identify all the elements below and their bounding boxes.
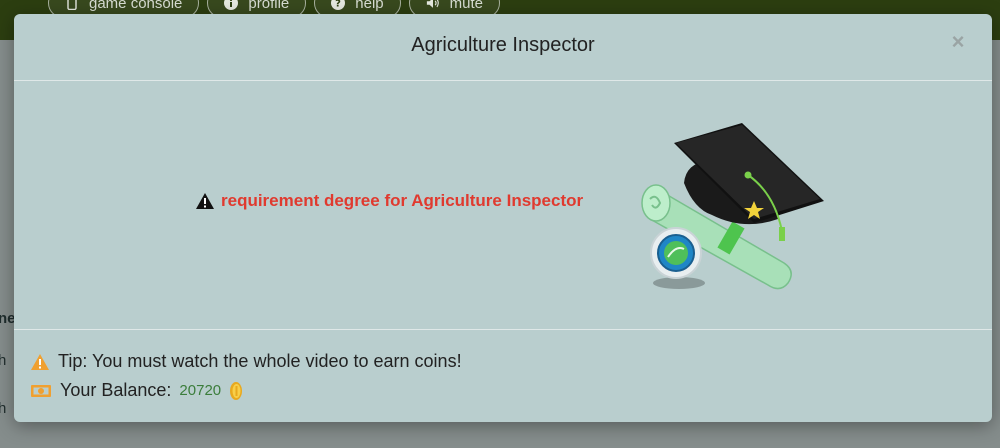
requirement-message: requirement degree for Agriculture Inspe… (195, 191, 583, 211)
modal-footer: Tip: You must watch the whole video to e… (14, 329, 992, 423)
background-text-fragment: h (0, 352, 7, 369)
background-text-fragment: h (0, 400, 7, 417)
tip-text: Tip: You must watch the whole video to e… (58, 351, 462, 371)
tip-row: Tip: You must watch the whole video to e… (30, 351, 462, 372)
svg-text:?: ? (335, 0, 341, 10)
game-console-label: game console (89, 0, 183, 12)
warning-icon (31, 353, 49, 370)
warning-icon (196, 193, 214, 209)
close-button[interactable]: × (948, 31, 968, 53)
balance-value: 20720 (179, 382, 222, 399)
speaker-icon (426, 0, 440, 10)
info-icon (224, 0, 239, 10)
mute-label: mute (449, 0, 483, 12)
balance-row: Your Balance: 20720 (30, 380, 243, 401)
balance-label: Your Balance: (60, 380, 172, 400)
job-requirement-modal: Agriculture Inspector × requirement degr… (14, 14, 992, 422)
graduation-degree-illustration (641, 123, 824, 290)
question-icon: ? (331, 0, 346, 10)
requirement-text: requirement degree for Agriculture Inspe… (221, 191, 584, 210)
modal-header: Agriculture Inspector × (14, 14, 992, 81)
coin-icon (230, 381, 243, 400)
mobile-icon (65, 0, 79, 10)
modal-title: Agriculture Inspector (411, 34, 595, 56)
money-icon (31, 384, 51, 397)
help-label: help (355, 0, 384, 12)
modal-body: requirement degree for Agriculture Inspe… (14, 81, 992, 329)
profile-label: profile (248, 0, 290, 12)
